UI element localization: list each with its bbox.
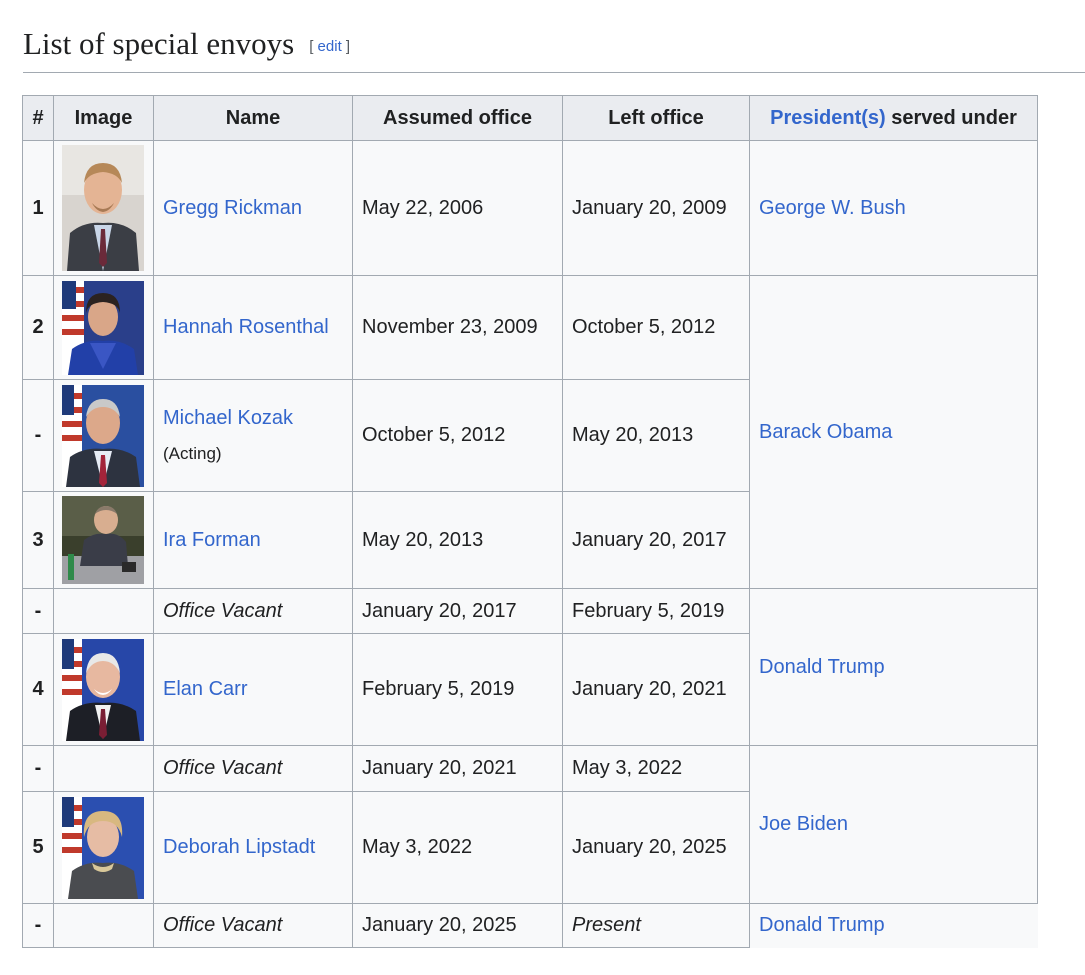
col-header-image: Image [53,95,154,141]
image-cell [53,745,154,792]
table-row: - Office Vacant January 20, 2021 May 3, … [22,745,1038,904]
left-office-cell: May 3, 2022 [562,745,750,792]
envoy-name-link[interactable]: Ira Forman [163,529,261,551]
left-office-cell: January 20, 2021 [562,633,750,746]
envoy-photo[interactable] [62,280,144,375]
name-cell: Ira Forman [153,491,353,589]
table-header-row: # Image Name Assumed office Left office … [22,95,1038,141]
envoy-name-link[interactable]: Gregg Rickman [163,197,302,219]
image-cell [53,379,154,492]
president-cell: Donald Trump [749,588,1038,746]
table-row: - Office Vacant January 20, 2017 Februar… [22,588,1038,746]
table-row: 2 Hannah Rosenthal November 23, 2009 Oct… [22,275,1038,589]
name-cell: Deborah Lipstadt [153,791,353,904]
assumed-office-cell: November 23, 2009 [352,275,563,380]
assumed-office-cell: October 5, 2012 [352,379,563,492]
envoys-table: # Image Name Assumed office Left office … [22,95,1038,948]
assumed-office-cell: January 20, 2017 [352,588,563,634]
left-office-cell: January 20, 2017 [562,491,750,589]
left-office-cell: January 20, 2009 [562,140,750,276]
left-office-cell: January 20, 2025 [562,791,750,904]
edit-section: [ edit ] [309,38,351,55]
name-cell: Hannah Rosenthal [153,275,353,380]
president-cell: George W. Bush [749,140,1038,276]
table-row: - Office Vacant January 20, 2025 Present… [22,903,1038,948]
image-cell [53,903,154,948]
assumed-office-cell: January 20, 2025 [352,903,563,948]
section-heading: List of special envoys [ edit ] [23,24,1085,73]
president-link[interactable]: Barack Obama [759,421,892,443]
president-cell: Joe Biden [749,745,1038,904]
name-cell: Office Vacant [153,903,353,948]
left-office-cell: February 5, 2019 [562,588,750,634]
col-header-assumed: Assumed office [352,95,563,141]
row-number: - [22,745,54,792]
presidents-link[interactable]: President(s) [770,107,886,129]
table-row: 1 Gregg Rickman May 22, 2006 January 20,… [22,140,1038,276]
col-header-left: Left office [562,95,750,141]
president-link[interactable]: George W. Bush [759,197,906,219]
name-cell: Gregg Rickman [153,140,353,276]
name-cell: Office Vacant [153,588,353,634]
row-number: 5 [22,791,54,904]
row-number: - [22,903,54,948]
row-number: 2 [22,275,54,380]
envoy-photo[interactable] [62,145,144,271]
assumed-office-cell: May 3, 2022 [352,791,563,904]
image-cell [53,140,154,276]
envoy-name-link[interactable]: Michael Kozak [163,407,293,429]
image-cell [53,491,154,589]
assumed-office-cell: May 20, 2013 [352,491,563,589]
name-cell: Elan Carr [153,633,353,746]
row-number: 4 [22,633,54,746]
assumed-office-cell: February 5, 2019 [352,633,563,746]
left-office-cell: May 20, 2013 [562,379,750,492]
image-cell [53,633,154,746]
col-header-num: # [22,95,54,141]
left-office-cell: Present [562,903,750,948]
image-cell [53,588,154,634]
row-number: 1 [22,140,54,276]
envoy-name-link[interactable]: Hannah Rosenthal [163,316,329,338]
edit-link[interactable]: edit [318,38,342,55]
image-cell [53,791,154,904]
col-header-presidents: President(s) served under [749,95,1038,141]
envoy-name-link[interactable]: Deborah Lipstadt [163,836,315,858]
president-link[interactable]: Donald Trump [759,656,885,678]
envoy-photo[interactable] [62,796,144,899]
president-link[interactable]: Donald Trump [759,914,885,936]
image-cell [53,275,154,380]
row-number: - [22,379,54,492]
row-number: - [22,588,54,634]
name-cell: Michael Kozak (Acting) [153,379,353,492]
president-cell: Donald Trump [749,903,1038,948]
president-link[interactable]: Joe Biden [759,813,848,835]
envoy-photo[interactable] [62,384,144,487]
assumed-office-cell: January 20, 2021 [352,745,563,792]
row-number: 3 [22,491,54,589]
president-cell: Barack Obama [749,275,1038,589]
name-cell: Office Vacant [153,745,353,792]
acting-note: (Acting) [163,444,222,463]
section-title: List of special envoys [23,26,295,61]
envoy-photo[interactable] [62,496,144,584]
assumed-office-cell: May 22, 2006 [352,140,563,276]
col-header-name: Name [153,95,353,141]
envoy-name-link[interactable]: Elan Carr [163,678,247,700]
envoy-photo[interactable] [62,638,144,741]
left-office-cell: October 5, 2012 [562,275,750,380]
